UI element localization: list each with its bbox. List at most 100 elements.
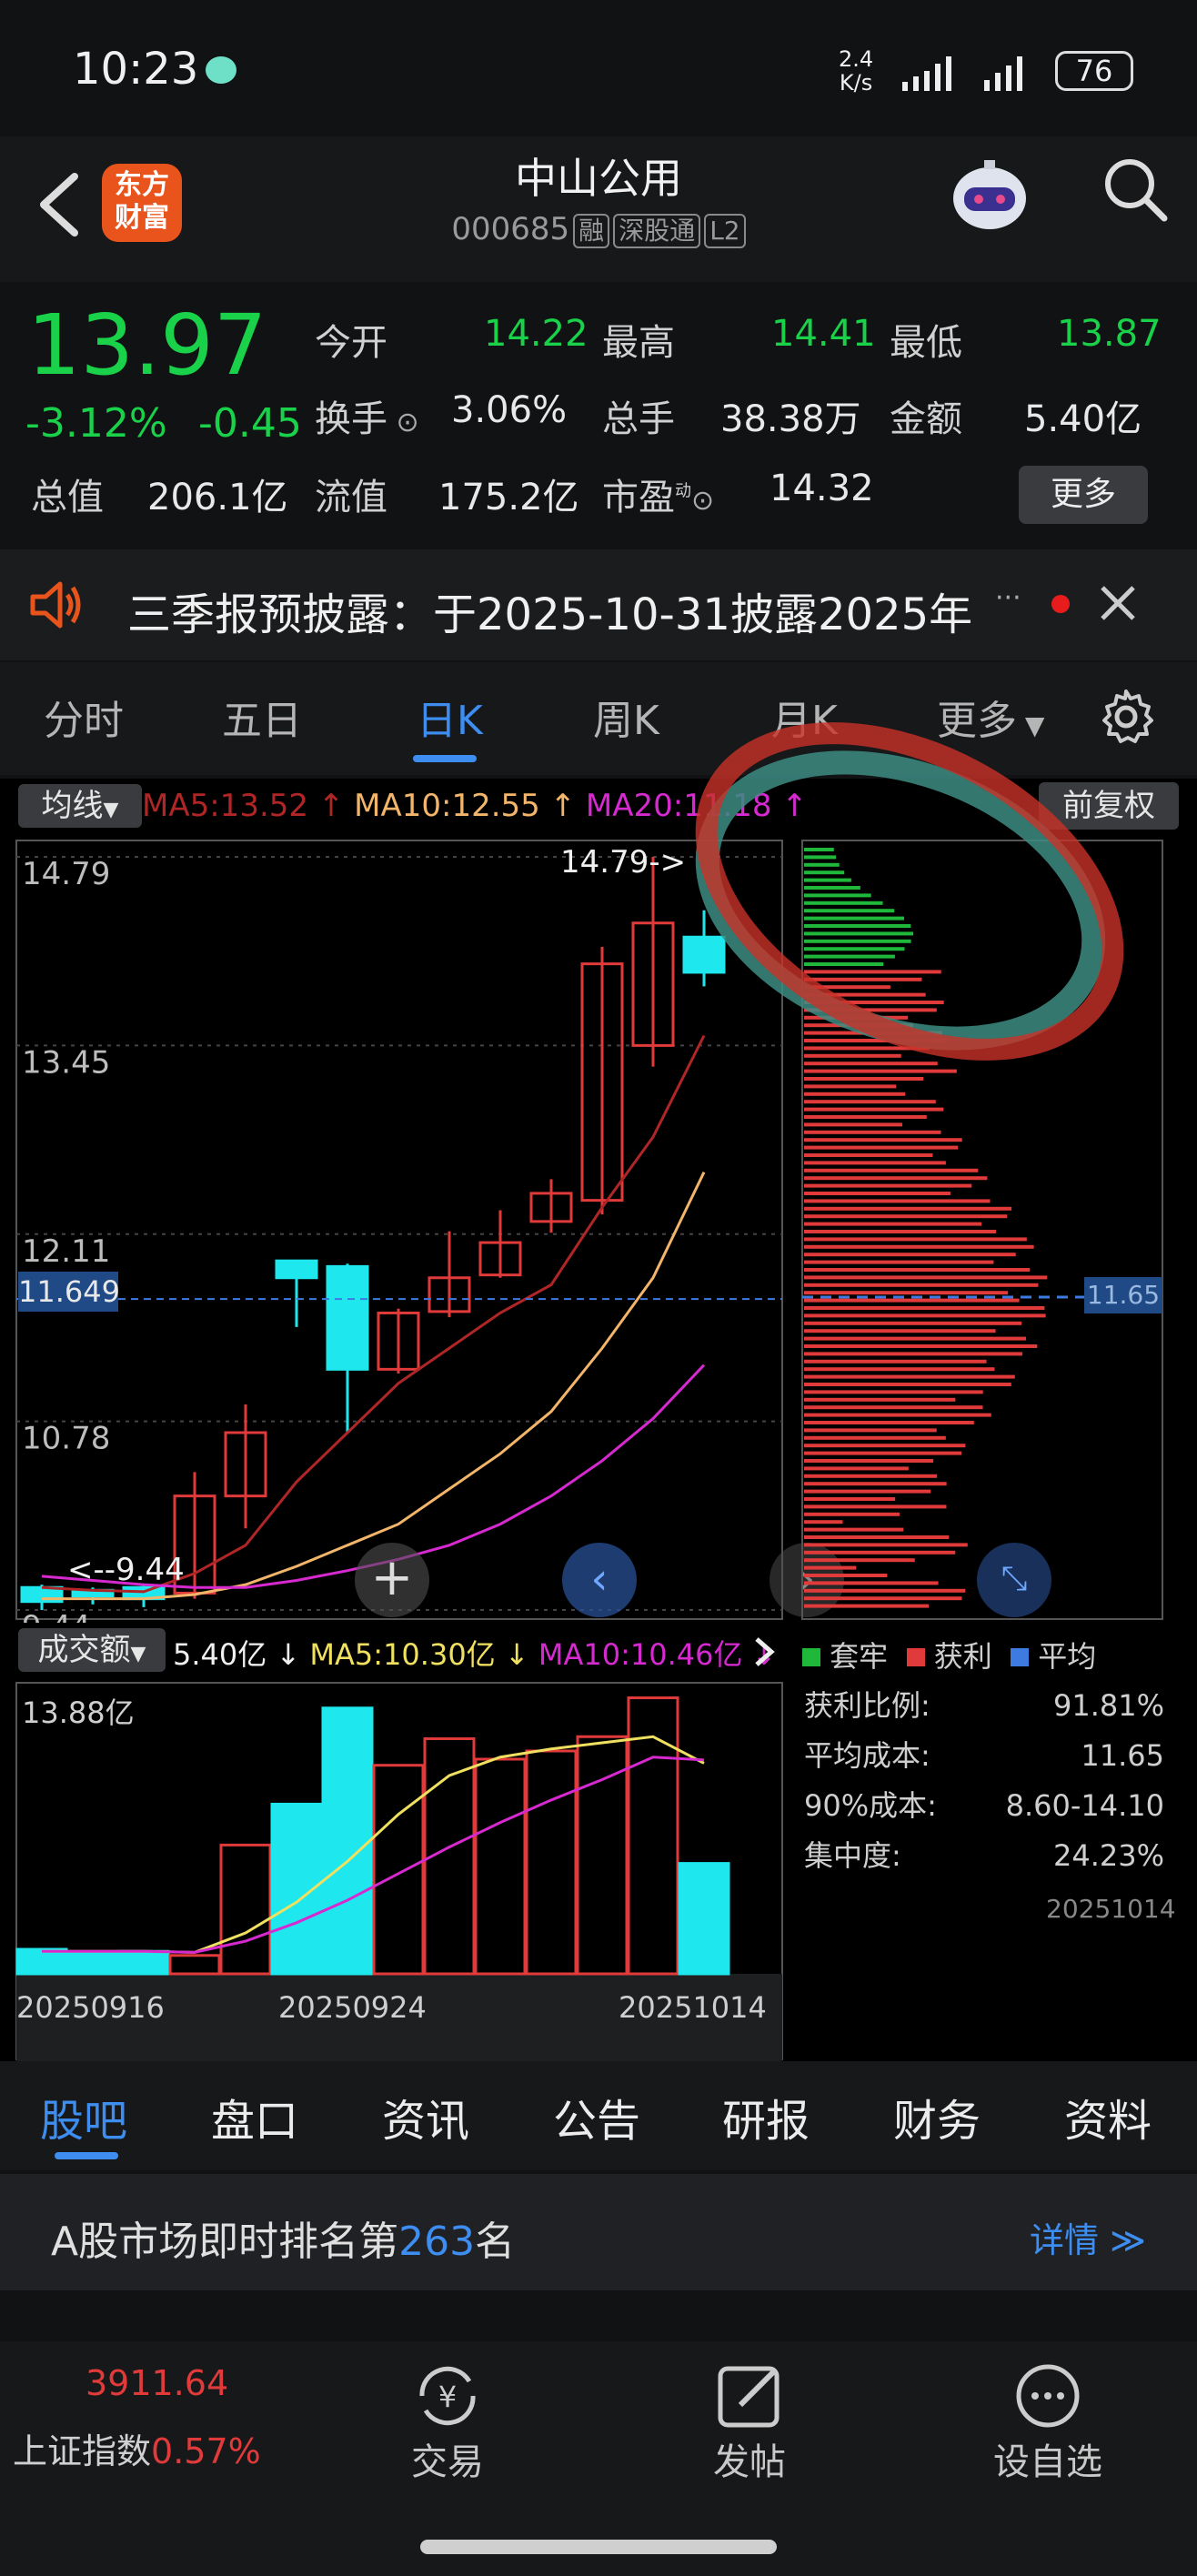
chip-bar: [804, 1383, 1011, 1386]
open-value: 14.22: [484, 313, 588, 355]
volume-max-label: 13.88亿: [22, 1696, 135, 1730]
zoom-in-button[interactable]: +: [355, 1543, 429, 1617]
nav-watchlist[interactable]: 设自选: [975, 2432, 1121, 2485]
cursor-price-label: 11.649: [18, 1272, 120, 1312]
change-percent: -3.12%: [25, 400, 167, 447]
chip-bar: [804, 1390, 983, 1394]
tab-five-day[interactable]: 五日: [222, 688, 302, 746]
chip-bar: [804, 1268, 1031, 1272]
y-tick-label: 9.44: [22, 1609, 91, 1623]
low-label: 最低: [890, 322, 962, 364]
volume-bar: [678, 1862, 730, 1976]
home-indicator[interactable]: [420, 2540, 777, 2554]
notice-text[interactable]: 三季报预披露：于2025-10-31披露2025年: [127, 579, 1028, 642]
chip-bar: [804, 1565, 857, 1570]
chip-bar: [804, 1367, 995, 1372]
volume-ma5: MA5:10.30亿: [309, 1637, 496, 1672]
tab-order-book[interactable]: 盘口: [211, 2085, 298, 2148]
chip-bar: [804, 1459, 934, 1463]
low-marker: <--9.44: [67, 1552, 185, 1588]
rank-detail-link[interactable]: 详情 ≫: [1030, 2212, 1146, 2262]
volume-value: 38.38万: [720, 398, 861, 440]
stock-code: 000685: [451, 211, 570, 247]
active-info-tab-indicator: [55, 2152, 118, 2159]
chip-bar: [804, 1253, 1016, 1257]
status-bar: 10:23 2.4 K/s 76: [0, 0, 1197, 136]
close-icon[interactable]: [1097, 582, 1139, 624]
pe-value: 14.32: [770, 468, 874, 509]
index-name[interactable]: 上证指数0.57%: [13, 2423, 261, 2473]
chip-bar: [804, 1244, 1034, 1249]
robot-assistant-icon[interactable]: [944, 155, 1035, 236]
tab-financials[interactable]: 财务: [893, 2085, 981, 2148]
chip-bar: [804, 1405, 983, 1410]
chevron-right-icon[interactable]: [746, 1634, 782, 1670]
chip-bar: [804, 1176, 988, 1181]
chip-bar: [804, 1145, 959, 1150]
mcap-label: 总值: [31, 477, 104, 518]
notification-icon: [206, 56, 236, 84]
watchlist-settings-icon[interactable]: [1011, 2360, 1084, 2432]
chip-stat-row: 平均成本: 11.65: [804, 1738, 1164, 1773]
volume-legend: 5.40亿 ↓ MA5:10.30亿 ↓ MA10:10.46亿 ↓: [173, 1637, 777, 1672]
low-value: 13.87: [1057, 313, 1162, 355]
chip-bar: [804, 1474, 938, 1478]
signal-icon: [902, 56, 1022, 91]
chip-bar: [804, 1206, 1012, 1211]
chip-bar: [804, 1260, 994, 1264]
candle-body: [326, 1264, 369, 1371]
chip-date: 20251014: [1046, 1894, 1176, 1924]
tab-announcements[interactable]: 公告: [553, 2085, 640, 2148]
chip-bar: [804, 1313, 1046, 1318]
tab-research[interactable]: 研报: [722, 2085, 810, 2148]
tag-margin: 融: [573, 214, 610, 248]
volume-bar: [117, 1949, 170, 1976]
tab-profile[interactable]: 资料: [1064, 2085, 1152, 2148]
tag-l2: L2: [704, 214, 746, 248]
nav-post[interactable]: 发帖: [677, 2432, 822, 2485]
ma-selector[interactable]: 均线▼: [18, 784, 142, 828]
date-label-start: 20250916: [16, 1990, 165, 2025]
tab-intraday[interactable]: 分时: [44, 688, 124, 746]
index-value[interactable]: 3911.64: [86, 2363, 228, 2403]
trade-icon[interactable]: ¥: [411, 2360, 484, 2432]
chip-bar: [804, 1115, 927, 1119]
nav-trade[interactable]: 交易: [375, 2432, 520, 2485]
chip-bar: [804, 1336, 1027, 1341]
more-quote-button[interactable]: 更多: [1019, 466, 1148, 524]
tab-forum[interactable]: 股吧: [40, 2085, 127, 2148]
chip-bar: [804, 1543, 968, 1547]
ma10-line: [42, 1172, 706, 1601]
chip-bar: [804, 1497, 896, 1501]
volume-selector[interactable]: 成交额▼: [18, 1628, 166, 1672]
volume-ma10: MA10:10.46亿: [538, 1637, 743, 1672]
tab-news[interactable]: 资讯: [382, 2085, 469, 2148]
chip-bar: [804, 1574, 888, 1577]
chip-bar: [804, 1588, 966, 1593]
date-label-mid: 20250924: [278, 1990, 427, 2025]
post-icon[interactable]: [713, 2360, 786, 2432]
chip-bar: [804, 1504, 947, 1509]
chip-bar: [804, 1122, 902, 1127]
chip-bar: [804, 1306, 1045, 1310]
change-amount: -0.45: [198, 400, 302, 447]
float-label: 流值: [315, 477, 387, 518]
search-icon[interactable]: [1099, 153, 1172, 226]
chip-bar: [804, 1413, 991, 1417]
chip-bar: [804, 1535, 950, 1539]
chip-bar: [804, 1596, 962, 1601]
chip-bar: [804, 1138, 962, 1142]
chip-bar: [804, 1428, 937, 1433]
open-label: 今开: [315, 322, 387, 364]
volume-bar: [66, 1952, 119, 1976]
chip-bar: [804, 1321, 1022, 1325]
chip-bar: [804, 1451, 962, 1455]
chip-bar: [804, 1558, 915, 1563]
chip-bar: [804, 1421, 974, 1424]
y-tick-label: 12.11: [22, 1233, 110, 1270]
tab-daily-k[interactable]: 日K: [417, 688, 483, 746]
scroll-left-button[interactable]: ‹: [562, 1543, 637, 1617]
chip-bar: [804, 1397, 956, 1402]
ma5-legend: MA5:13.52: [142, 788, 309, 824]
chip-bar: [804, 1527, 904, 1532]
